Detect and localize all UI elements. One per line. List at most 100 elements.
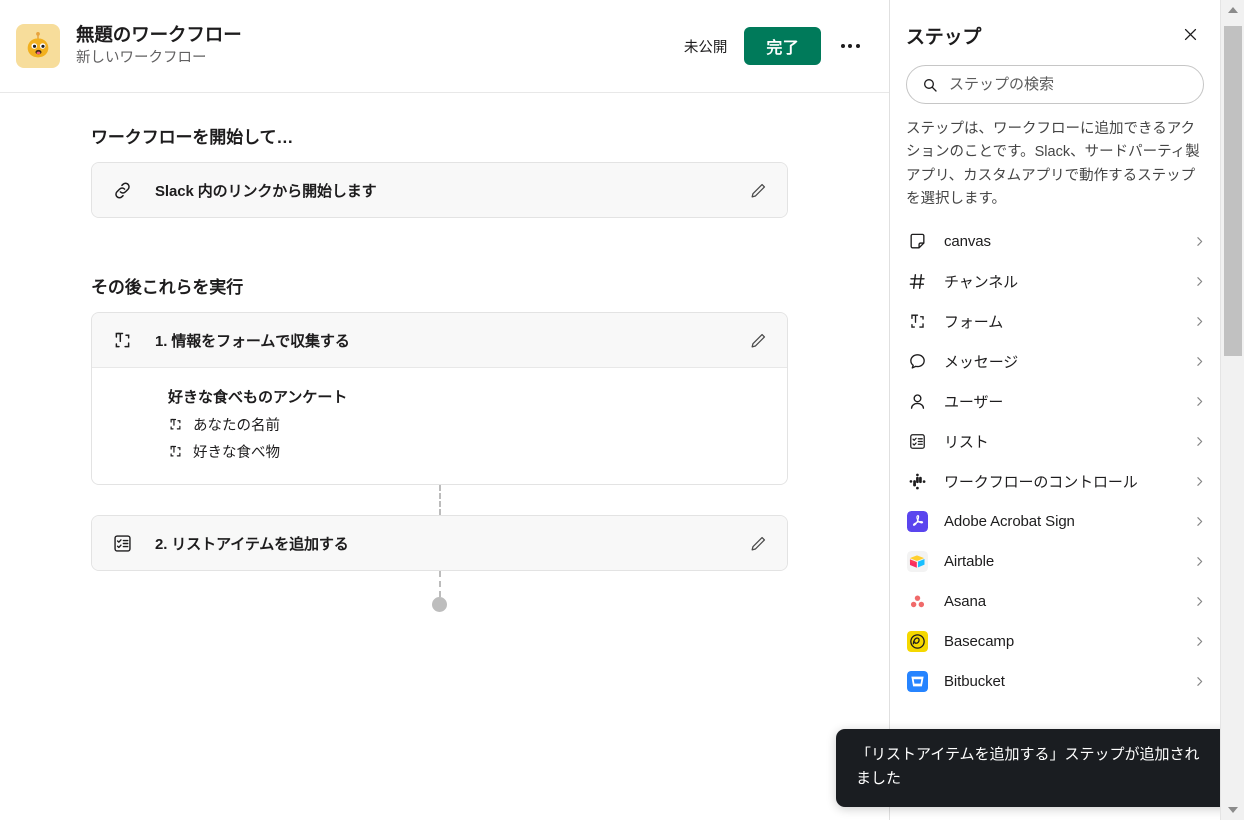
steps-section-heading: その後これらを実行	[91, 278, 244, 297]
step-list-item-bitbucket[interactable]: Bitbucket	[890, 662, 1220, 702]
step-list-item-channel[interactable]: チャンネル	[890, 262, 1220, 302]
step-list-item-label: Adobe Acrobat Sign	[944, 513, 1075, 531]
chevron-right-icon	[1193, 395, 1206, 408]
window-scrollbar[interactable]	[1220, 0, 1244, 820]
form-icon	[109, 330, 135, 351]
flow-end-dot[interactable]	[432, 597, 447, 612]
chevron-right-icon	[1193, 675, 1206, 688]
step-list-item-label: Airtable	[944, 553, 995, 571]
step-list-item-label: canvas	[944, 233, 991, 251]
toast-notification: 「リストアイテムを追加する」ステップが追加されました	[836, 729, 1234, 807]
link-icon	[109, 180, 135, 201]
step-list-item-label: Asana	[944, 593, 987, 611]
step-2-header[interactable]: 2. リストアイテムを追加する	[92, 516, 787, 570]
hash-icon	[906, 272, 928, 291]
step-list-item-label: ワークフローのコントロール	[944, 474, 1138, 492]
chevron-right-icon	[1193, 435, 1206, 448]
chevron-right-icon	[1193, 275, 1206, 288]
page-title: 無題のワークフロー	[76, 24, 242, 46]
robot-emoji-icon	[16, 24, 60, 68]
form-field-icon	[168, 417, 184, 433]
user-icon	[906, 392, 928, 411]
step-list-item-user[interactable]: ユーザー	[890, 382, 1220, 422]
step-list-item-label: Bitbucket	[944, 673, 1005, 691]
step-list-item-airtable[interactable]: Airtable	[890, 542, 1220, 582]
form-field-row: 好きな食べ物	[168, 441, 769, 462]
scroll-up-arrow-icon[interactable]	[1221, 0, 1244, 20]
workflow-canvas-pane: 無題のワークフロー 新しいワークフロー 未公開 完了 ワークフローを開始して…	[0, 0, 889, 820]
step-2-label: 2. リストアイテムを追加する	[155, 535, 349, 553]
flow-end-connector	[91, 571, 788, 641]
form-icon	[906, 312, 928, 331]
steps-panel-title: ステップ	[906, 27, 982, 48]
step-1-detail: 好きな食べものアンケート あなたの名前 好きな食べ物	[92, 367, 787, 484]
edit-trigger-button[interactable]	[743, 175, 773, 205]
step-list-item-basecamp[interactable]: Basecamp	[890, 622, 1220, 662]
slack-icon	[906, 472, 928, 491]
step-list-item-label: ユーザー	[944, 394, 1004, 412]
step-card[interactable]: 1. 情報をフォームで収集する 好きな食べものアンケート あなたの名前 好きな食…	[91, 312, 788, 485]
search-input[interactable]	[949, 76, 1188, 93]
trigger-card-header[interactable]: Slack 内のリンクから開始します	[92, 163, 787, 217]
adobe-acrobat-sign-icon	[906, 511, 928, 533]
canvas-icon	[906, 232, 928, 251]
form-field-label: あなたの名前	[193, 418, 280, 434]
asana-icon	[906, 591, 928, 613]
basecamp-icon	[906, 631, 928, 653]
trigger-section-heading: ワークフローを開始して…	[91, 128, 294, 147]
chevron-right-icon	[1193, 355, 1206, 368]
step-list-item-form[interactable]: フォーム	[890, 302, 1220, 342]
step-2-wrapper: 2. リストアイテムを追加する	[91, 515, 788, 612]
steps-panel: ステップ ステップは、ワークフローに追加できるアクションのことです。Slack、…	[889, 0, 1220, 820]
trigger-label: Slack 内のリンクから開始します	[155, 182, 377, 200]
step-list-item-workflow-controls[interactable]: ワークフローのコントロール	[890, 462, 1220, 502]
list-icon	[906, 432, 928, 451]
form-field-row: あなたの名前	[168, 414, 769, 435]
scrollbar-thumb[interactable]	[1224, 26, 1242, 356]
chevron-right-icon	[1193, 595, 1206, 608]
edit-step-2-button[interactable]	[743, 528, 773, 558]
trigger-card[interactable]: Slack 内のリンクから開始します	[91, 162, 788, 218]
chevron-right-icon	[1193, 235, 1206, 248]
scroll-down-arrow-icon[interactable]	[1221, 800, 1244, 820]
chevron-right-icon	[1193, 555, 1206, 568]
step-list-item-asana[interactable]: Asana	[890, 582, 1220, 622]
step-list-item-label: リスト	[944, 434, 989, 452]
step-1-header[interactable]: 1. 情報をフォームで収集する	[92, 313, 787, 367]
step-list-item-message[interactable]: メッセージ	[890, 342, 1220, 382]
chevron-right-icon	[1193, 515, 1206, 528]
step-1-wrapper: 1. 情報をフォームで収集する 好きな食べものアンケート あなたの名前 好きな食…	[91, 312, 788, 515]
header-actions: 未公開 完了	[684, 27, 867, 65]
step-1-label: 1. 情報をフォームで収集する	[155, 332, 350, 350]
form-field-icon	[168, 444, 184, 460]
airtable-icon	[906, 551, 928, 573]
steps-search-box[interactable]	[906, 65, 1204, 104]
workflow-builder-app: 無題のワークフロー 新しいワークフロー 未公開 完了 ワークフローを開始して…	[0, 0, 1244, 820]
workflow-subtitle: 新しいワークフロー	[76, 50, 207, 67]
step-card[interactable]: 2. リストアイテムを追加する	[91, 515, 788, 571]
step-list-item-label: フォーム	[944, 314, 1004, 332]
more-horizontal-icon	[840, 44, 860, 48]
form-detail-title: 好きな食べものアンケート	[168, 389, 348, 406]
step-list-item-adobe-acrobat-sign[interactable]: Adobe Acrobat Sign	[890, 502, 1220, 542]
publish-status-badge: 未公開	[683, 39, 728, 56]
step-list-item-list[interactable]: リスト	[890, 422, 1220, 462]
list-icon	[109, 533, 135, 554]
step-list-item-label: Basecamp	[944, 633, 1015, 651]
steps-search-wrapper	[890, 49, 1220, 104]
step-list-item-canvas[interactable]: canvas	[890, 222, 1220, 262]
steps-panel-header: ステップ	[890, 0, 1220, 49]
workflow-title-group: 無題のワークフロー 新しいワークフロー	[76, 23, 684, 69]
chevron-right-icon	[1193, 475, 1206, 488]
done-button[interactable]: 完了	[744, 27, 821, 65]
bitbucket-icon	[906, 671, 928, 693]
steps-panel-description: ステップは、ワークフローに追加できるアクションのことです。Slack、サードパー…	[906, 121, 1200, 208]
step-list-item-label: メッセージ	[944, 354, 1019, 372]
workflow-steps-canvas: ワークフローを開始して… Slack 内のリンクから開始します その後これらを実…	[0, 93, 889, 612]
step-list-item-label: チャンネル	[944, 274, 1019, 292]
edit-step-1-button[interactable]	[743, 325, 773, 355]
search-icon	[922, 77, 938, 93]
close-panel-button[interactable]	[1176, 20, 1204, 48]
chevron-right-icon	[1193, 635, 1206, 648]
overflow-menu-button[interactable]	[833, 29, 867, 63]
